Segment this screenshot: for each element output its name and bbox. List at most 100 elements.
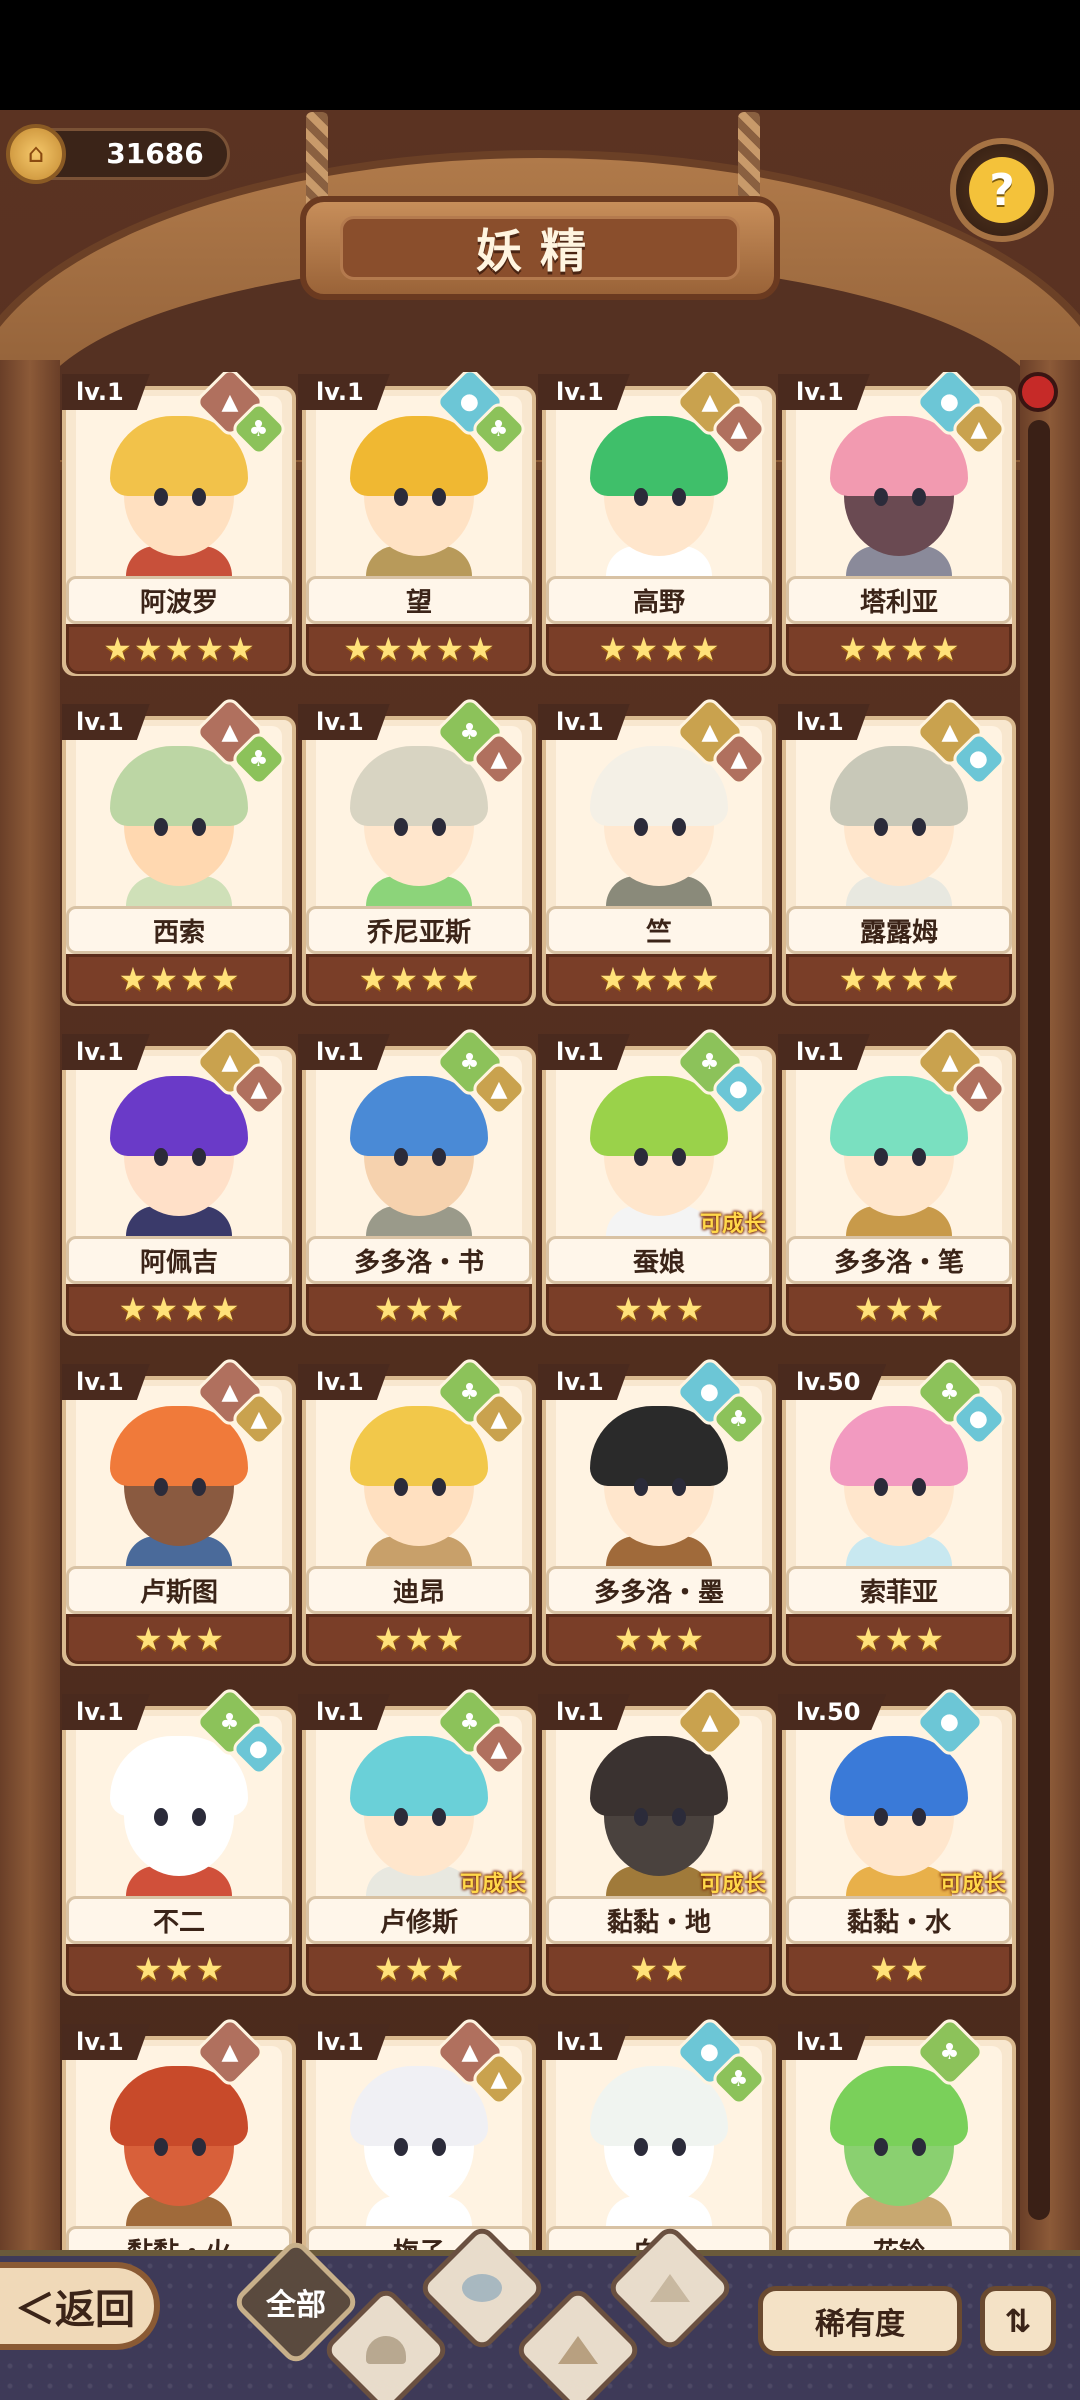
page-title: 妖精 <box>340 216 740 280</box>
star-icon: ★ <box>466 630 495 668</box>
star-rating: ★ ★ <box>786 1944 1012 1994</box>
star-rating: ★ ★ ★ ★ <box>546 954 772 1004</box>
star-icon: ★ <box>133 630 163 668</box>
star-icon: ★ <box>900 1950 929 1988</box>
fairy-card[interactable]: lv.1▲黏黏・火 <box>62 2015 296 2262</box>
star-icon: ★ <box>660 1950 689 1988</box>
fairy-card[interactable]: lv.1 ▲ ♣ 西索 ★ ★ ★ ★ <box>62 695 296 1010</box>
fairy-grid: lv.1 ▲ ♣ 阿波罗 ★ ★ ★ ★ ★ lv.1 ● ♣ 望 ★ ★ ★ ★ ★ lv.1 ▲ ▲ 高野 ★ ★ ★ ★ lv… <box>62 372 1022 2262</box>
fairy-card[interactable]: lv.1 ♣ ● 不二 ★ ★ ★ <box>62 1685 296 2000</box>
star-icon: ★ <box>838 630 868 668</box>
fairy-card[interactable]: lv.1 ▲ ▲ 多多洛・笔 ★ ★ ★ <box>778 1025 1016 1340</box>
fairy-name: 迪昂 <box>306 1566 532 1614</box>
left-post <box>0 360 60 2260</box>
fairy-card[interactable]: lv.1 ▲ ▲ 阿佩吉 ★ ★ ★ ★ <box>62 1025 296 1340</box>
star-icon: ★ <box>613 1620 643 1658</box>
star-icon: ★ <box>404 1950 434 1988</box>
star-rating: ★ ★ ★ ★ ★ <box>306 624 532 674</box>
fairy-card[interactable]: lv.1 ▲ ▲ 竺 ★ ★ ★ ★ <box>538 695 776 1010</box>
star-icon: ★ <box>404 1620 434 1658</box>
star-icon: ★ <box>690 960 720 998</box>
fairy-card[interactable]: lv.50 ● 可成长 黏黏・水 ★ ★ <box>778 1685 1016 2000</box>
level-tag: lv.1 <box>298 374 390 410</box>
growable-badge: 可成长 <box>939 1872 1006 1897</box>
star-icon: ★ <box>435 1950 465 1988</box>
star-icon: ★ <box>210 960 240 998</box>
level-tag: lv.1 <box>538 1694 630 1730</box>
title-sign: 妖精 <box>300 196 780 300</box>
star-icon: ★ <box>195 630 225 668</box>
star-icon: ★ <box>373 630 403 668</box>
level-tag: lv.1 <box>538 2024 630 2060</box>
fairy-card[interactable]: lv.1 ▲ ● 露露姆 ★ ★ ★ ★ <box>778 695 1016 1010</box>
fairy-card[interactable]: lv.1 ♣ ▲ 乔尼亚斯 ★ ★ ★ ★ <box>298 695 536 1010</box>
star-icon: ★ <box>195 1620 225 1658</box>
star-rating: ★ ★ ★ <box>786 1614 1012 1664</box>
star-icon: ★ <box>930 630 960 668</box>
fairy-name: 卢斯图 <box>66 1566 292 1614</box>
star-icon: ★ <box>869 960 898 998</box>
star-icon: ★ <box>404 630 434 668</box>
star-icon: ★ <box>629 1950 658 1988</box>
fairy-card[interactable]: lv.1 ▲ ▲ 卢斯图 ★ ★ ★ <box>62 1355 296 1670</box>
star-icon: ★ <box>930 960 960 998</box>
fairy-name: 黏黏・水 <box>786 1896 1012 1944</box>
fairy-card[interactable]: lv.1 ▲ ♣ 阿波罗 ★ ★ ★ ★ ★ <box>62 372 296 680</box>
fairy-card[interactable]: lv.1 ♣ ● 可成长 蚕娘 ★ ★ ★ <box>538 1025 776 1340</box>
scrollbar-knob[interactable] <box>1018 372 1058 412</box>
fairy-name: 阿佩吉 <box>66 1236 292 1284</box>
star-icon: ★ <box>884 1290 914 1328</box>
star-icon: ★ <box>900 960 929 998</box>
level-tag: lv.1 <box>778 2024 870 2060</box>
growable-badge: 可成长 <box>459 1872 526 1897</box>
star-rating: ★ ★ ★ ★ ★ <box>66 624 292 674</box>
level-tag: lv.1 <box>538 1364 630 1400</box>
back-button[interactable]: ＜返回 <box>0 2262 160 2350</box>
star-rating: ★ ★ ★ <box>66 1944 292 1994</box>
fairy-portrait <box>76 2046 282 2236</box>
star-icon: ★ <box>450 960 480 998</box>
fairy-name: 卢修斯 <box>306 1896 532 1944</box>
fairy-card[interactable]: lv.1 ● ♣ 望 ★ ★ ★ ★ ★ <box>298 372 536 680</box>
star-icon: ★ <box>210 1290 240 1328</box>
status-bar-area <box>0 0 1080 110</box>
star-icon: ★ <box>853 1290 883 1328</box>
fairy-card[interactable]: lv.1 ▲ ▲ 高野 ★ ★ ★ ★ <box>538 372 776 680</box>
level-tag: lv.1 <box>778 704 870 740</box>
star-icon: ★ <box>598 960 628 998</box>
fairy-card[interactable]: lv.1 ● ♣ 多多洛・墨 ★ ★ ★ <box>538 1355 776 1670</box>
star-rating: ★ ★ ★ ★ <box>66 954 292 1004</box>
star-icon: ★ <box>900 630 929 668</box>
rarity-sort-button[interactable]: 稀有度 <box>758 2286 962 2356</box>
fairy-card[interactable]: lv.50 ♣ ● 索菲亚 ★ ★ ★ <box>778 1355 1016 1670</box>
currency-value: 31686 <box>106 137 204 170</box>
level-tag: lv.1 <box>62 704 150 740</box>
growable-badge: 可成长 <box>699 1212 766 1237</box>
star-icon: ★ <box>164 1620 194 1658</box>
star-icon: ★ <box>420 960 449 998</box>
growable-badge: 可成长 <box>699 1872 766 1897</box>
scrollbar-track[interactable] <box>1028 420 1050 2220</box>
star-rating: ★ ★ ★ <box>546 1284 772 1334</box>
fairy-card[interactable]: lv.1▲▲梅子 <box>298 2015 536 2262</box>
fairy-card[interactable]: lv.1●♣白菇 <box>538 2015 776 2262</box>
coin-icon: ⌂ <box>6 124 66 184</box>
fairy-card[interactable]: lv.1 ♣ ▲ 迪昂 ★ ★ ★ <box>298 1355 536 1670</box>
level-tag: lv.1 <box>62 1694 150 1730</box>
help-button[interactable]: ? <box>950 138 1054 242</box>
fairy-card[interactable]: lv.1♣花铃 <box>778 2015 1016 2262</box>
fairy-card[interactable]: lv.1 ● ▲ 塔利亚 ★ ★ ★ ★ <box>778 372 1016 680</box>
star-rating: ★ ★ ★ ★ <box>786 954 1012 1004</box>
star-icon: ★ <box>853 1620 883 1658</box>
star-rating: ★ ★ ★ ★ <box>66 1284 292 1334</box>
fairy-card[interactable]: lv.1 ♣ ▲ 可成长 卢修斯 ★ ★ ★ <box>298 1685 536 2000</box>
fairy-card[interactable]: lv.1 ♣ ▲ 多多洛・书 ★ ★ ★ <box>298 1025 536 1340</box>
star-icon: ★ <box>675 1620 705 1658</box>
star-rating: ★ ★ ★ <box>786 1284 1012 1334</box>
sort-order-button[interactable]: ⇅ <box>980 2286 1056 2356</box>
fairy-name: 索菲亚 <box>786 1566 1012 1614</box>
question-icon: ? <box>969 157 1035 223</box>
fairy-card[interactable]: lv.1 ▲ 可成长 黏黏・地 ★ ★ <box>538 1685 776 2000</box>
star-icon: ★ <box>404 1290 434 1328</box>
star-icon: ★ <box>690 630 720 668</box>
